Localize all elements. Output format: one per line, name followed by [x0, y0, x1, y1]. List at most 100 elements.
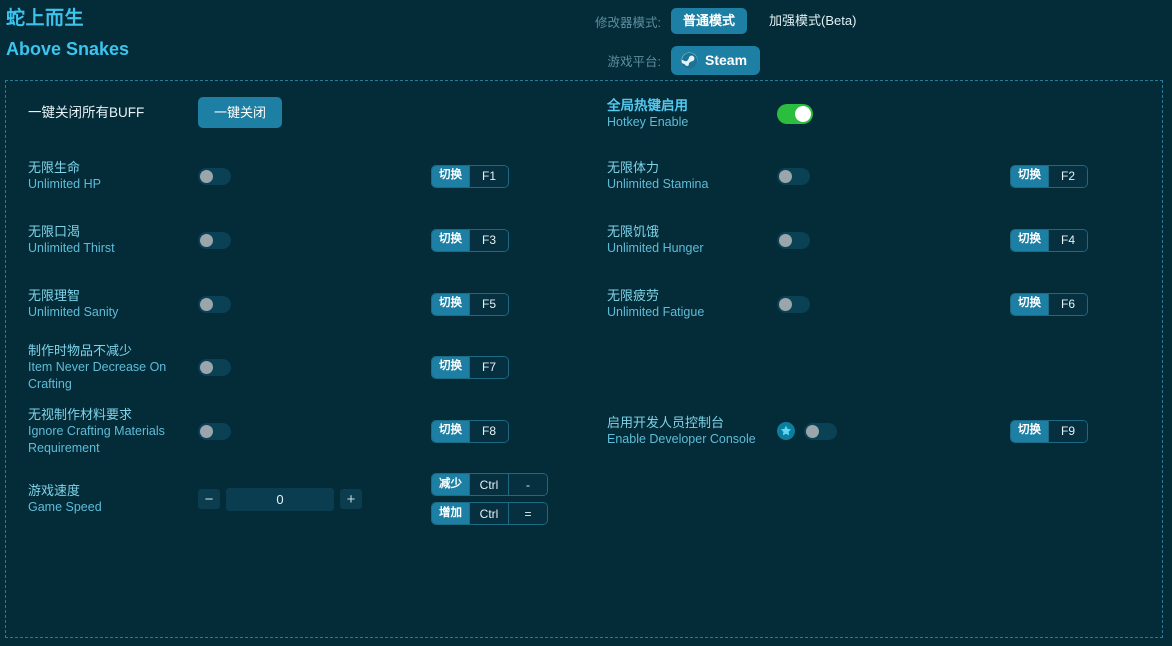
hotkey-group: 切换 F1	[421, 164, 585, 188]
cheat-label-en: Unlimited Hunger	[607, 241, 704, 255]
toggle-knob	[200, 169, 213, 183]
hotkey-chip[interactable]: 切换 F6	[1010, 292, 1088, 316]
cheat-row-ignore-crafting-materials: 无视制作材料要求 Ignore Crafting Materials Requi…	[6, 403, 585, 459]
hotkey-group: 减少 Ctrl - 增加 Ctrl =	[421, 473, 585, 525]
cheat-row-unlimited-hunger: 无限饥饿 Unlimited Hunger 切换 F4	[585, 218, 1164, 262]
hotkey-chip[interactable]: 切换 F4	[1010, 228, 1088, 252]
cheat-row-unlimited-fatigue: 无限疲劳 Unlimited Fatigue 切换 F6	[585, 282, 1164, 326]
cheat-control: − 0 +	[198, 487, 421, 511]
cheat-label-cn: 游戏速度	[28, 483, 81, 498]
cheat-label-en: Item Never Decrease On Crafting	[28, 359, 167, 391]
hotkey-group: 切换 F7	[421, 355, 585, 379]
hotkey-key: F7	[469, 356, 508, 378]
hotkey-action-label: 切换	[1011, 420, 1048, 442]
hotkey-key: F5	[469, 293, 508, 315]
cheat-row-game-speed: 游戏速度 Game Speed − 0 + 减少 Ctrl - 增加 Ctrl …	[6, 469, 585, 529]
cheats-panel: 一键关闭所有BUFF 一键关闭 无限生命 Unlimited HP 切换 F1 …	[5, 80, 1163, 638]
hotkey-enable-label-en: Hotkey Enable	[607, 115, 689, 129]
hotkey-enable-toggle[interactable]	[777, 104, 813, 124]
hotkey-key: Ctrl	[469, 474, 508, 495]
cheat-label-group: 无限口渴 Unlimited Thirst	[6, 223, 198, 257]
hotkey-enable-control	[777, 104, 1000, 124]
hotkey-key: F4	[1048, 229, 1087, 251]
hotkey-action-label: 切换	[432, 229, 469, 251]
hotkey-key: -	[508, 474, 547, 495]
hotkey-group: 切换 F8	[421, 419, 585, 443]
cheat-row-unlimited-sanity: 无限理智 Unlimited Sanity 切换 F5	[6, 282, 585, 326]
cheat-label-en: Ignore Crafting Materials Requirement	[28, 423, 165, 455]
cheat-toggle-unlimited-sanity[interactable]	[198, 295, 231, 313]
cheat-row-enable-developer-console: 启用开发人员控制台 Enable Developer Console 切换 F9	[585, 403, 1164, 459]
header-controls: 修改器模式: 普通模式 加强模式(Beta) 游戏平台: Steam	[583, 6, 868, 84]
header: 蛇上而生 Above Snakes 修改器模式: 普通模式 加强模式(Beta)…	[0, 0, 1172, 78]
hotkey-action-label: 切换	[1011, 293, 1048, 315]
hotkey-action-label: 切换	[432, 356, 469, 378]
cheat-toggle-unlimited-fatigue[interactable]	[777, 295, 810, 313]
game-speed-decrease-button[interactable]: −	[198, 489, 220, 509]
trainer-mode-label: 修改器模式:	[595, 15, 661, 30]
close-all-buffs-label-group: 一键关闭所有BUFF	[6, 104, 198, 121]
mode-normal-button[interactable]: 普通模式	[671, 8, 748, 34]
hotkey-chip-increase[interactable]: 增加 Ctrl =	[431, 502, 548, 525]
cheat-control	[198, 231, 421, 249]
mode-enhanced-button[interactable]: 加强模式(Beta)	[757, 8, 868, 34]
hotkey-action-label: 切换	[1011, 165, 1048, 187]
close-all-button[interactable]: 一键关闭	[198, 96, 283, 128]
cheat-label-group: 制作时物品不减少 Item Never Decrease On Crafting	[6, 342, 198, 393]
hotkey-chip[interactable]: 切换 F7	[431, 355, 509, 379]
hotkey-group: 切换 F4	[1000, 228, 1164, 252]
cheat-toggle-enable-developer-console[interactable]	[804, 422, 837, 440]
hotkey-chip[interactable]: 切换 F5	[431, 292, 509, 316]
platform-steam-label: Steam	[705, 52, 748, 68]
cheat-toggle-unlimited-hunger[interactable]	[777, 231, 810, 249]
game-speed-stepper: − 0 +	[198, 487, 362, 511]
cheat-control	[777, 167, 1000, 185]
hotkey-chip[interactable]: 切换 F1	[431, 164, 509, 188]
cheat-control	[198, 358, 421, 376]
toggle-knob	[806, 424, 819, 438]
hotkey-chip[interactable]: 切换 F3	[431, 228, 509, 252]
game-speed-increase-button[interactable]: +	[340, 489, 362, 509]
hotkey-enable-label-cn: 全局热键启用	[607, 98, 688, 113]
game-title-cn: 蛇上而生	[6, 8, 85, 29]
hotkey-chip[interactable]: 切换 F2	[1010, 164, 1088, 188]
cheat-control	[198, 422, 421, 440]
close-all-buffs-control: 一键关闭	[198, 96, 421, 128]
platform-label: 游戏平台:	[607, 54, 661, 69]
cheat-row-item-never-decrease: 制作时物品不减少 Item Never Decrease On Crafting…	[6, 339, 585, 395]
hotkey-enable-label-group: 全局热键启用 Hotkey Enable	[585, 97, 777, 131]
cheat-label-group: 无限疲劳 Unlimited Fatigue	[585, 287, 777, 321]
cheat-label-cn: 无限理智	[28, 288, 81, 303]
game-speed-value[interactable]: 0	[226, 487, 334, 511]
cheat-control	[777, 231, 1000, 249]
game-title-en: Above Snakes	[6, 39, 130, 59]
hotkey-key: F2	[1048, 165, 1087, 187]
hotkey-action-label: 切换	[432, 165, 469, 187]
toggle-knob	[200, 233, 213, 247]
cheat-toggle-unlimited-hp[interactable]	[198, 167, 231, 185]
cheat-label-cn: 无限生命	[28, 160, 81, 175]
cheat-toggle-item-never-decrease[interactable]	[198, 358, 231, 376]
cheat-label-cn: 无视制作材料要求	[28, 406, 133, 422]
toggle-knob	[795, 106, 811, 122]
hotkey-chip-decrease[interactable]: 减少 Ctrl -	[431, 473, 548, 496]
cheat-label-cn: 无限饥饿	[607, 224, 660, 239]
trainer-mode-row: 修改器模式: 普通模式 加强模式(Beta)	[583, 6, 868, 36]
cheat-label-en: Unlimited Stamina	[607, 177, 709, 191]
hotkey-chip[interactable]: 切换 F8	[431, 419, 509, 443]
cheat-trainer-window: 蛇上而生 Above Snakes 修改器模式: 普通模式 加强模式(Beta)…	[0, 0, 1172, 646]
cheat-toggle-ignore-crafting-materials[interactable]	[198, 422, 231, 440]
cheat-label-group: 无限体力 Unlimited Stamina	[585, 159, 777, 193]
toggle-knob	[200, 424, 213, 438]
close-all-buffs-label: 一键关闭所有BUFF	[28, 104, 145, 120]
right-column: 全局热键启用 Hotkey Enable 无限体力 Unlimited Stam…	[585, 81, 1164, 637]
steam-icon	[681, 52, 698, 69]
cheat-control	[777, 295, 1000, 313]
hotkey-group: 切换 F3	[421, 228, 585, 252]
hotkey-chip[interactable]: 切换 F9	[1010, 419, 1088, 443]
hotkey-group: 切换 F9	[1000, 419, 1164, 443]
cheat-toggle-unlimited-thirst[interactable]	[198, 231, 231, 249]
cheat-toggle-unlimited-stamina[interactable]	[777, 167, 810, 185]
toggle-knob	[779, 233, 792, 247]
platform-steam-button[interactable]: Steam	[671, 45, 761, 75]
